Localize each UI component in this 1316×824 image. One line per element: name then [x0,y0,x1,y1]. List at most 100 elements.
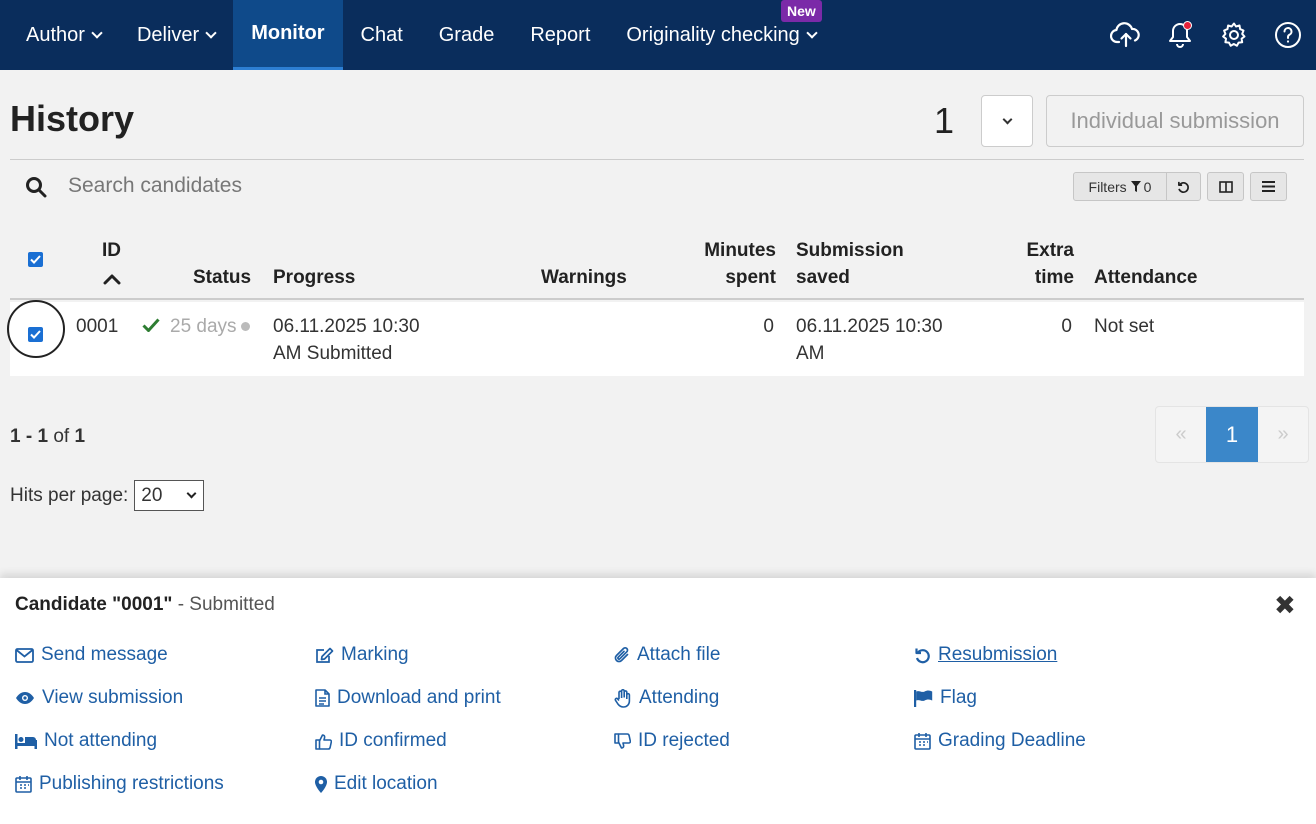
nav-icons [1110,0,1316,70]
grading-deadline-action[interactable]: Grading Deadline [914,730,1086,752]
top-nav: Author Deliver Monitor Chat Grade Report… [0,0,1316,70]
publishing-restrictions-action[interactable]: Publishing restrictions [15,773,224,795]
chevron-down-icon [806,26,818,39]
edit-location-label: Edit location [334,773,438,794]
nav-report[interactable]: Report [512,0,608,70]
cell-attendance: Not set [1094,316,1155,337]
bed-icon [15,733,37,749]
filters-count: 0 [1143,178,1152,195]
nav-originality-checking[interactable]: Originality checking New [608,0,833,70]
pagination: « 1 » [1155,406,1309,463]
edit-icon [316,647,334,663]
nav-originality-label: Originality checking [626,23,800,46]
status-dot [240,322,250,332]
col-progress[interactable]: Progress [273,264,355,291]
columns-icon [1218,180,1233,193]
nav-chat[interactable]: Chat [343,0,421,70]
row-checkbox[interactable] [28,320,43,347]
cell-minutes: 0 [763,316,774,337]
flag-action[interactable]: Flag [914,687,977,709]
page-title: History [10,98,135,139]
col-attendance[interactable]: Attendance [1094,264,1197,291]
next-page-button[interactable]: » [1258,407,1308,462]
nav-deliver[interactable]: Deliver [119,0,233,70]
col-submission-line2: saved [796,267,850,288]
resubmission-action[interactable]: Resubmission [914,644,1057,666]
calendar-icon [914,733,931,750]
gear-icon[interactable] [1218,19,1250,51]
chevron-down-icon [1002,114,1012,124]
menu-button[interactable] [1251,173,1286,200]
download-print-action[interactable]: Download and print [315,687,501,709]
cell-extra-time: 0 [1061,316,1072,337]
col-extra-line1: Extra [1026,240,1074,261]
nav-author[interactable]: Author [0,0,119,70]
view-submission-action[interactable]: View submission [15,687,183,709]
individual-submission-button[interactable]: Individual submission [1046,95,1304,147]
attending-action[interactable]: Attending [614,687,719,709]
attach-file-action[interactable]: Attach file [614,644,720,666]
candidate-action-panel: Candidate "0001" - Submitted ✖ Send mess… [0,578,1316,824]
undo-icon [915,648,930,663]
saved-line2: AM [796,343,825,364]
id-confirmed-action[interactable]: ID confirmed [315,730,447,752]
hits-per-page: Hits per page: 20 [10,480,205,511]
candidate-name: Candidate "0001" [15,594,173,615]
reset-filters-button[interactable] [1166,173,1200,200]
notification-dot [1183,21,1192,30]
range-start: 1 [10,426,21,447]
col-submission-line1: Submission [796,240,904,261]
table-header: ID Status Progress Warnings Minutes spent… [10,232,1304,300]
download-print-label: Download and print [337,687,501,708]
range-end: 1 [37,426,49,447]
col-id[interactable]: ID [102,237,121,264]
marking-action[interactable]: Marking [315,644,409,666]
hits-per-page-select[interactable]: 20 [134,480,205,511]
col-submission-saved[interactable]: Submission saved [796,237,904,291]
cell-saved: 06.11.2025 10:30 AM [796,313,943,367]
not-attending-label: Not attending [44,730,158,751]
page-1-button[interactable]: 1 [1206,407,1258,462]
edit-location-action[interactable]: Edit location [315,773,438,795]
nav-grade[interactable]: Grade [421,0,513,70]
upload-cloud-icon[interactable] [1110,19,1142,51]
divider [10,159,1304,160]
select-all-checkbox[interactable] [28,245,43,272]
thumbs-up-icon [315,733,332,750]
filters-group: Filters 0 [1073,172,1201,201]
columns-button[interactable] [1208,173,1243,200]
nav-chat-label: Chat [360,23,403,46]
chevron-down-icon [186,488,197,499]
nav-grade-label: Grade [438,23,495,46]
panel-title: Candidate "0001" - Submitted [15,594,275,616]
col-extra-time[interactable]: Extra time [994,237,1074,291]
id-rejected-action[interactable]: ID rejected [614,730,730,752]
hamburger-icon [1262,181,1275,192]
send-message-action[interactable]: Send message [15,644,168,666]
prev-page-button[interactable]: « [1156,407,1206,462]
calendar-icon [15,776,32,793]
col-status[interactable]: Status [193,264,251,291]
close-icon[interactable]: ✖ [1274,590,1296,621]
col-warnings[interactable]: Warnings [541,264,627,291]
send-message-label: Send message [41,644,168,665]
col-minutes-spent[interactable]: Minutes spent [670,237,776,291]
id-rejected-label: ID rejected [638,730,730,751]
search-input[interactable] [60,168,560,204]
not-attending-action[interactable]: Not attending [15,730,157,752]
count-dropdown-button[interactable] [981,95,1033,147]
help-icon[interactable] [1272,19,1304,51]
progress-line1: 06.11.2025 10:30 [273,316,420,337]
filters-button[interactable]: Filters 0 [1074,173,1166,200]
sort-up-icon[interactable] [102,266,122,293]
table-row[interactable]: 0001 25 days 06.11.2025 10:30 AM Submitte… [7,300,1304,376]
nav-monitor-label: Monitor [251,22,325,44]
candidate-status: - Submitted [172,594,275,615]
nav-monitor[interactable]: Monitor [233,0,343,70]
nav-report-label: Report [530,23,591,46]
envelope-icon [15,647,34,663]
paperclip-icon [614,647,629,663]
col-minutes-line1: Minutes [704,240,776,261]
view-submission-label: View submission [42,687,184,708]
bell-icon[interactable] [1164,19,1196,51]
